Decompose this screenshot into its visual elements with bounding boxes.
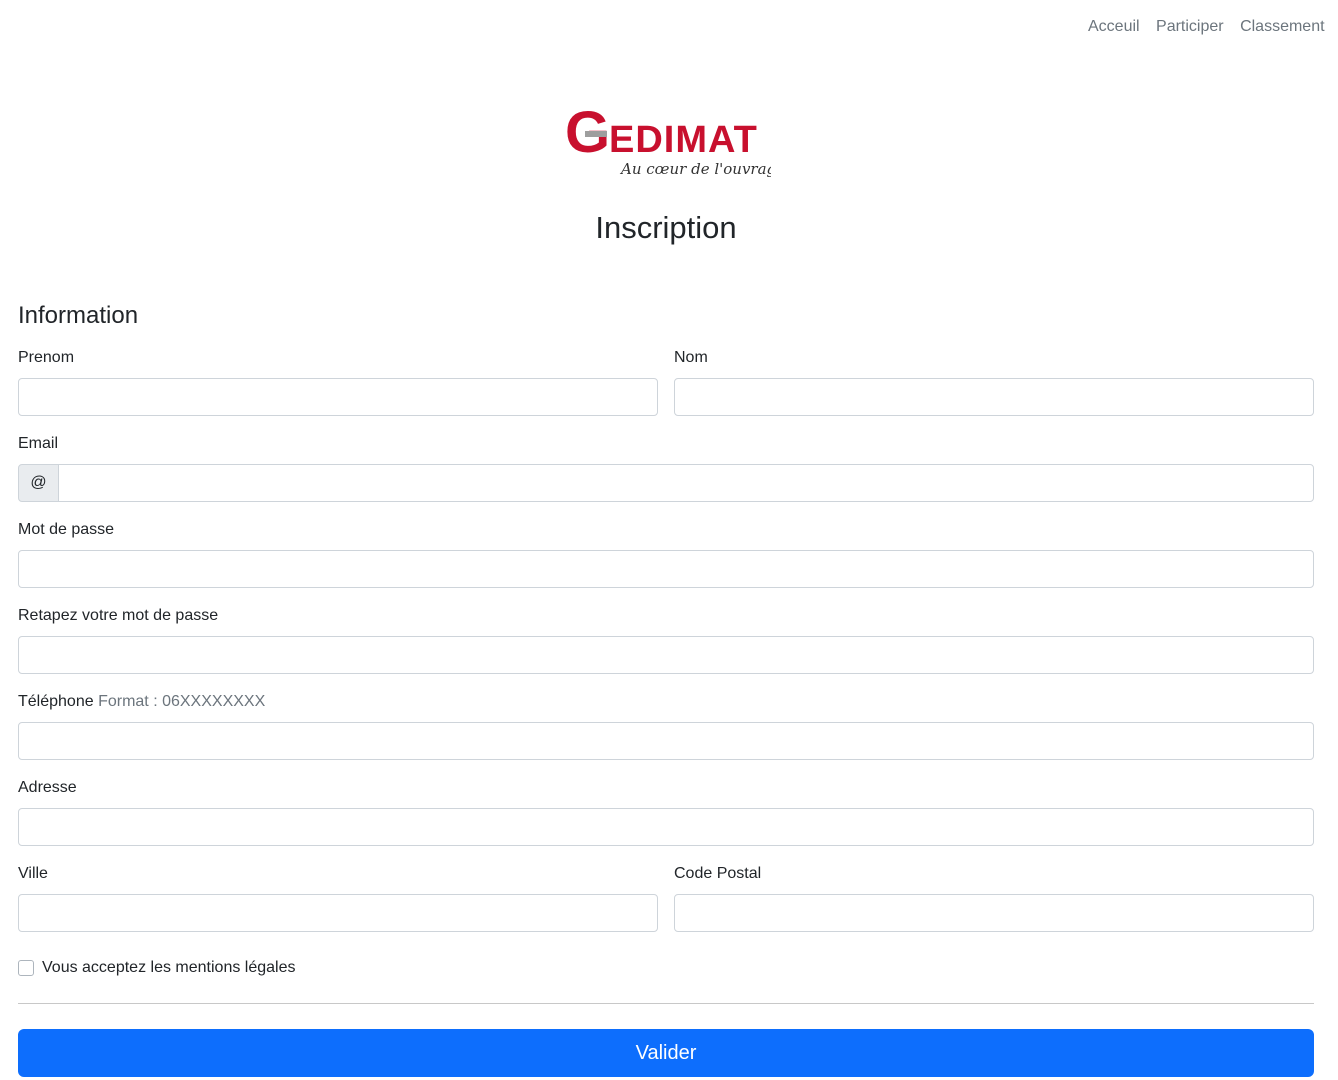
ville-input[interactable] <box>18 894 658 932</box>
gedimat-logo: G EDIMAT Au cœur de l'ouvrage. <box>565 100 771 178</box>
ville-label: Ville <box>18 865 48 882</box>
logo-tagline: Au cœur de l'ouvrage. <box>619 160 771 178</box>
adresse-input[interactable] <box>18 808 1314 846</box>
password-confirm-label: Retapez votre mot de passe <box>18 607 219 624</box>
telephone-label-text: Téléphone <box>18 693 94 710</box>
code-postal-input[interactable] <box>674 894 1314 932</box>
nom-label: Nom <box>674 349 708 366</box>
divider <box>18 1003 1314 1004</box>
email-at-addon: @ <box>18 464 59 502</box>
prenom-label: Prenom <box>18 349 75 366</box>
telephone-input[interactable] <box>18 722 1314 760</box>
password-confirm-input[interactable] <box>18 636 1314 674</box>
code-postal-label: Code Postal <box>674 865 762 882</box>
page-title: Inscription <box>595 210 737 245</box>
nav-item-participer[interactable]: Participer <box>1156 18 1224 35</box>
nav-item-acceuil[interactable]: Acceuil <box>1088 18 1140 35</box>
mentions-legales-label[interactable]: Vous acceptez les mentions légales <box>42 959 295 977</box>
mentions-legales-checkbox[interactable] <box>18 960 34 976</box>
email-input[interactable] <box>58 464 1314 502</box>
valider-button[interactable]: Valider <box>18 1029 1314 1077</box>
logo-g-bar <box>585 131 607 137</box>
nom-input[interactable] <box>674 378 1314 416</box>
password-input[interactable] <box>18 550 1314 588</box>
password-label: Mot de passe <box>18 521 115 538</box>
telephone-label: Téléphone Format : 06XXXXXXXX <box>18 693 265 711</box>
section-title: Information <box>18 302 139 329</box>
telephone-format-hint: Format : 06XXXXXXXX <box>98 693 266 710</box>
logo-wordmark: EDIMAT <box>609 119 758 161</box>
prenom-input[interactable] <box>18 378 658 416</box>
nav-item-classement[interactable]: Classement <box>1240 18 1324 35</box>
adresse-label: Adresse <box>18 779 77 796</box>
email-label: Email <box>18 435 59 452</box>
top-nav: Acceuil Participer Classement F <box>1088 18 1338 36</box>
